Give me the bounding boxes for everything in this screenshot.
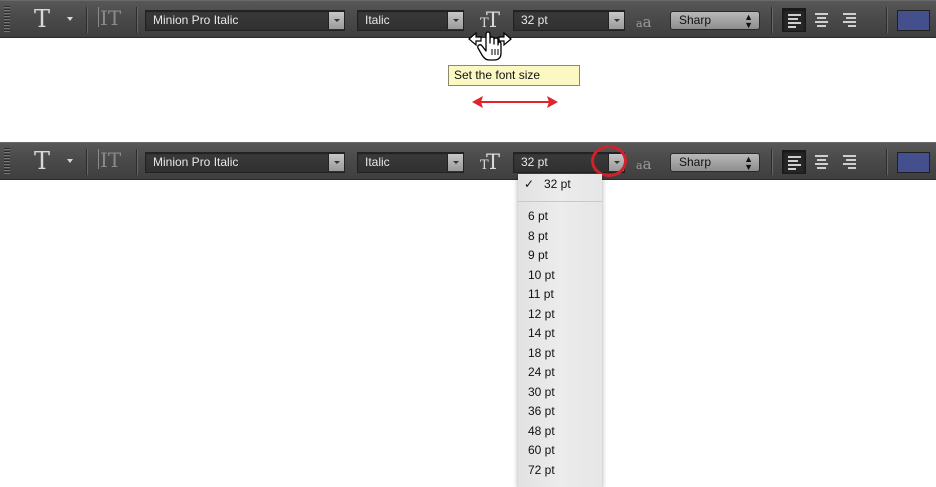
font-size-tooltip: Set the font size bbox=[448, 65, 580, 86]
menu-item-label: 11 pt bbox=[528, 287, 554, 301]
font-size-field[interactable]: 32 pt bbox=[513, 10, 625, 31]
chevron-down-icon[interactable] bbox=[328, 12, 344, 29]
font-size-option[interactable]: 30 pt bbox=[518, 383, 602, 402]
font-style-select[interactable]: Italic bbox=[357, 10, 464, 31]
double-arrow-annotation-icon bbox=[472, 96, 558, 108]
tooltip-text: Set the font size bbox=[454, 68, 541, 82]
chevron-down-icon[interactable] bbox=[447, 154, 463, 171]
font-size-menu: ✓ 32 pt 6 pt 8 pt 9 pt 10 pt 11 pt 12 pt 14 pt… bbox=[518, 174, 602, 487]
antialias-value: Sharp bbox=[679, 13, 712, 27]
align-right-button[interactable] bbox=[838, 8, 862, 32]
font-size-option[interactable]: 14 pt bbox=[518, 324, 602, 343]
chevron-down-icon[interactable] bbox=[328, 154, 344, 171]
menu-item-label: 9 pt bbox=[528, 248, 549, 262]
font-style-select[interactable]: Italic bbox=[357, 152, 464, 173]
menu-item-label: 6 pt bbox=[528, 209, 549, 223]
separator bbox=[771, 149, 773, 175]
font-size-option[interactable]: 6 pt bbox=[518, 207, 602, 226]
menu-item-label: 10 pt bbox=[528, 267, 555, 282]
menu-item-label: 24 pt bbox=[528, 365, 555, 379]
font-size-value: 32 pt bbox=[521, 13, 548, 27]
align-center-button[interactable] bbox=[810, 150, 834, 174]
separator bbox=[136, 7, 138, 33]
font-size-option[interactable]: 8 pt bbox=[518, 227, 602, 246]
type-tool-icon[interactable]: T bbox=[34, 147, 50, 175]
font-size-option[interactable]: 60 pt bbox=[518, 441, 602, 460]
font-size-option[interactable]: 9 pt bbox=[518, 246, 602, 265]
separator bbox=[886, 149, 888, 175]
tool-preset-caret-icon[interactable] bbox=[67, 17, 73, 21]
orientation-glyph: IT bbox=[100, 148, 122, 172]
separator bbox=[771, 7, 773, 33]
antialias-icon: aa bbox=[636, 155, 652, 173]
separator bbox=[86, 149, 88, 175]
menu-item-label: 32 pt bbox=[544, 177, 571, 191]
menu-item-label: 60 pt bbox=[528, 443, 555, 457]
antialias-value: Sharp bbox=[679, 155, 712, 169]
font-size-option[interactable]: 24 pt bbox=[518, 363, 602, 382]
text-orientation-icon[interactable]: IT bbox=[98, 6, 122, 30]
font-family-select[interactable]: Minion Pro Italic bbox=[145, 152, 345, 173]
menu-item-label: 72 pt bbox=[528, 462, 555, 477]
type-tool-icon[interactable]: T bbox=[34, 5, 50, 33]
font-size-option[interactable]: 12 pt bbox=[518, 305, 602, 324]
font-family-value: Minion Pro Italic bbox=[153, 13, 239, 27]
align-right-button[interactable] bbox=[838, 150, 862, 174]
separator bbox=[886, 7, 888, 33]
menu-item-label: 18 pt bbox=[528, 345, 555, 360]
highlight-circle-annotation bbox=[591, 145, 627, 177]
menu-item-selected[interactable]: ✓ 32 pt bbox=[518, 175, 602, 194]
separator bbox=[136, 149, 138, 175]
antialias-icon: aa bbox=[636, 13, 652, 31]
scrubby-hand-cursor-icon bbox=[468, 31, 512, 61]
font-style-value: Italic bbox=[365, 155, 390, 169]
font-size-option[interactable]: 48 pt bbox=[518, 422, 602, 441]
menu-item-label: 36 pt bbox=[528, 404, 555, 418]
align-left-button[interactable] bbox=[782, 150, 806, 174]
font-size-option[interactable]: 36 pt bbox=[518, 402, 602, 421]
up-down-arrows-icon: ▲ ▼ bbox=[744, 12, 753, 30]
font-size-option[interactable]: 10 pt bbox=[518, 266, 602, 285]
chevron-down-icon[interactable] bbox=[608, 12, 624, 29]
antialias-select[interactable]: Sharp ▲ ▼ bbox=[670, 11, 760, 30]
menu-separator bbox=[518, 201, 602, 202]
text-color-swatch[interactable] bbox=[897, 10, 930, 31]
separator bbox=[86, 7, 88, 33]
options-bar-bottom: T IT Minion Pro Italic Italic TT 32 pt a… bbox=[0, 142, 936, 180]
menu-item-label: 8 pt bbox=[528, 228, 549, 243]
menu-item-label: 48 pt bbox=[528, 423, 555, 438]
font-size-option[interactable]: 11 pt bbox=[518, 285, 602, 304]
orientation-glyph: IT bbox=[100, 6, 122, 30]
menu-item-label: 14 pt bbox=[528, 326, 555, 340]
menu-item-label: 12 pt bbox=[528, 306, 555, 321]
up-down-arrows-icon: ▲ ▼ bbox=[744, 154, 753, 172]
toolbar-grip[interactable] bbox=[4, 148, 10, 175]
toolbar-grip[interactable] bbox=[4, 6, 10, 33]
chevron-down-icon[interactable] bbox=[447, 12, 463, 29]
menu-item-label: 30 pt bbox=[528, 384, 555, 399]
antialias-select[interactable]: Sharp ▲ ▼ bbox=[670, 153, 760, 172]
font-family-select[interactable]: Minion Pro Italic bbox=[145, 10, 345, 31]
tool-preset-caret-icon[interactable] bbox=[67, 159, 73, 163]
font-style-value: Italic bbox=[365, 13, 390, 27]
checkmark-icon: ✓ bbox=[524, 177, 535, 191]
font-size-option[interactable]: 18 pt bbox=[518, 344, 602, 363]
font-family-value: Minion Pro Italic bbox=[153, 155, 239, 169]
font-size-option[interactable]: 72 pt bbox=[518, 461, 602, 480]
text-color-swatch[interactable] bbox=[897, 152, 930, 173]
font-size-value: 32 pt bbox=[521, 155, 548, 169]
align-left-button[interactable] bbox=[782, 8, 806, 32]
align-center-button[interactable] bbox=[810, 8, 834, 32]
text-orientation-icon[interactable]: IT bbox=[98, 148, 122, 172]
